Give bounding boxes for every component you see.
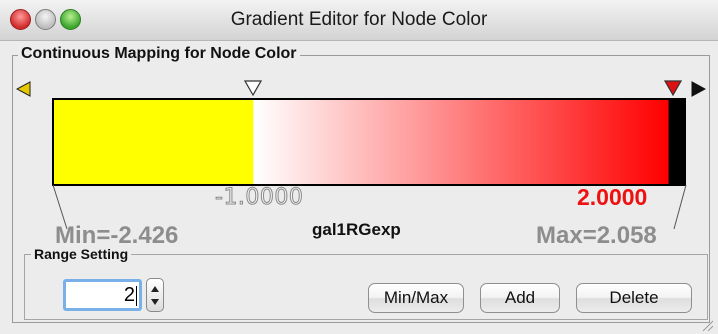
range-stepper[interactable] xyxy=(146,278,164,312)
panel-title: Continuous Mapping for Node Color xyxy=(18,45,300,63)
min-max-button[interactable]: Min/Max xyxy=(368,283,464,313)
title-bar[interactable]: Gradient Editor for Node Color xyxy=(0,0,718,41)
handle-triangle-selected-icon[interactable] xyxy=(664,80,682,96)
range-value-input[interactable]: 2 xyxy=(63,279,142,311)
max-label: Max=2.058 xyxy=(536,222,657,249)
resize-grip-icon[interactable] xyxy=(700,318,714,332)
gradient-bar[interactable] xyxy=(52,98,686,186)
gradient-editor-window: Gradient Editor for Node Color Continuou… xyxy=(0,0,718,334)
right-edge-triangle-icon[interactable] xyxy=(690,81,706,97)
handle-triangle-icon[interactable] xyxy=(244,80,262,96)
max-leader-line xyxy=(673,185,687,230)
stepper-up-icon[interactable] xyxy=(151,286,159,292)
attribute-name: gal1RGexp xyxy=(312,220,401,239)
delete-button[interactable]: Delete xyxy=(576,283,692,313)
left-point-value: -1.0000 xyxy=(214,185,304,211)
range-setting-title: Range Setting xyxy=(31,246,132,262)
left-edge-triangle-icon[interactable] xyxy=(16,81,32,97)
right-point-value: 2.0000 xyxy=(577,184,648,210)
add-button[interactable]: Add xyxy=(480,283,560,313)
window-title: Gradient Editor for Node Color xyxy=(230,9,488,30)
stepper-down-icon[interactable] xyxy=(151,299,159,305)
